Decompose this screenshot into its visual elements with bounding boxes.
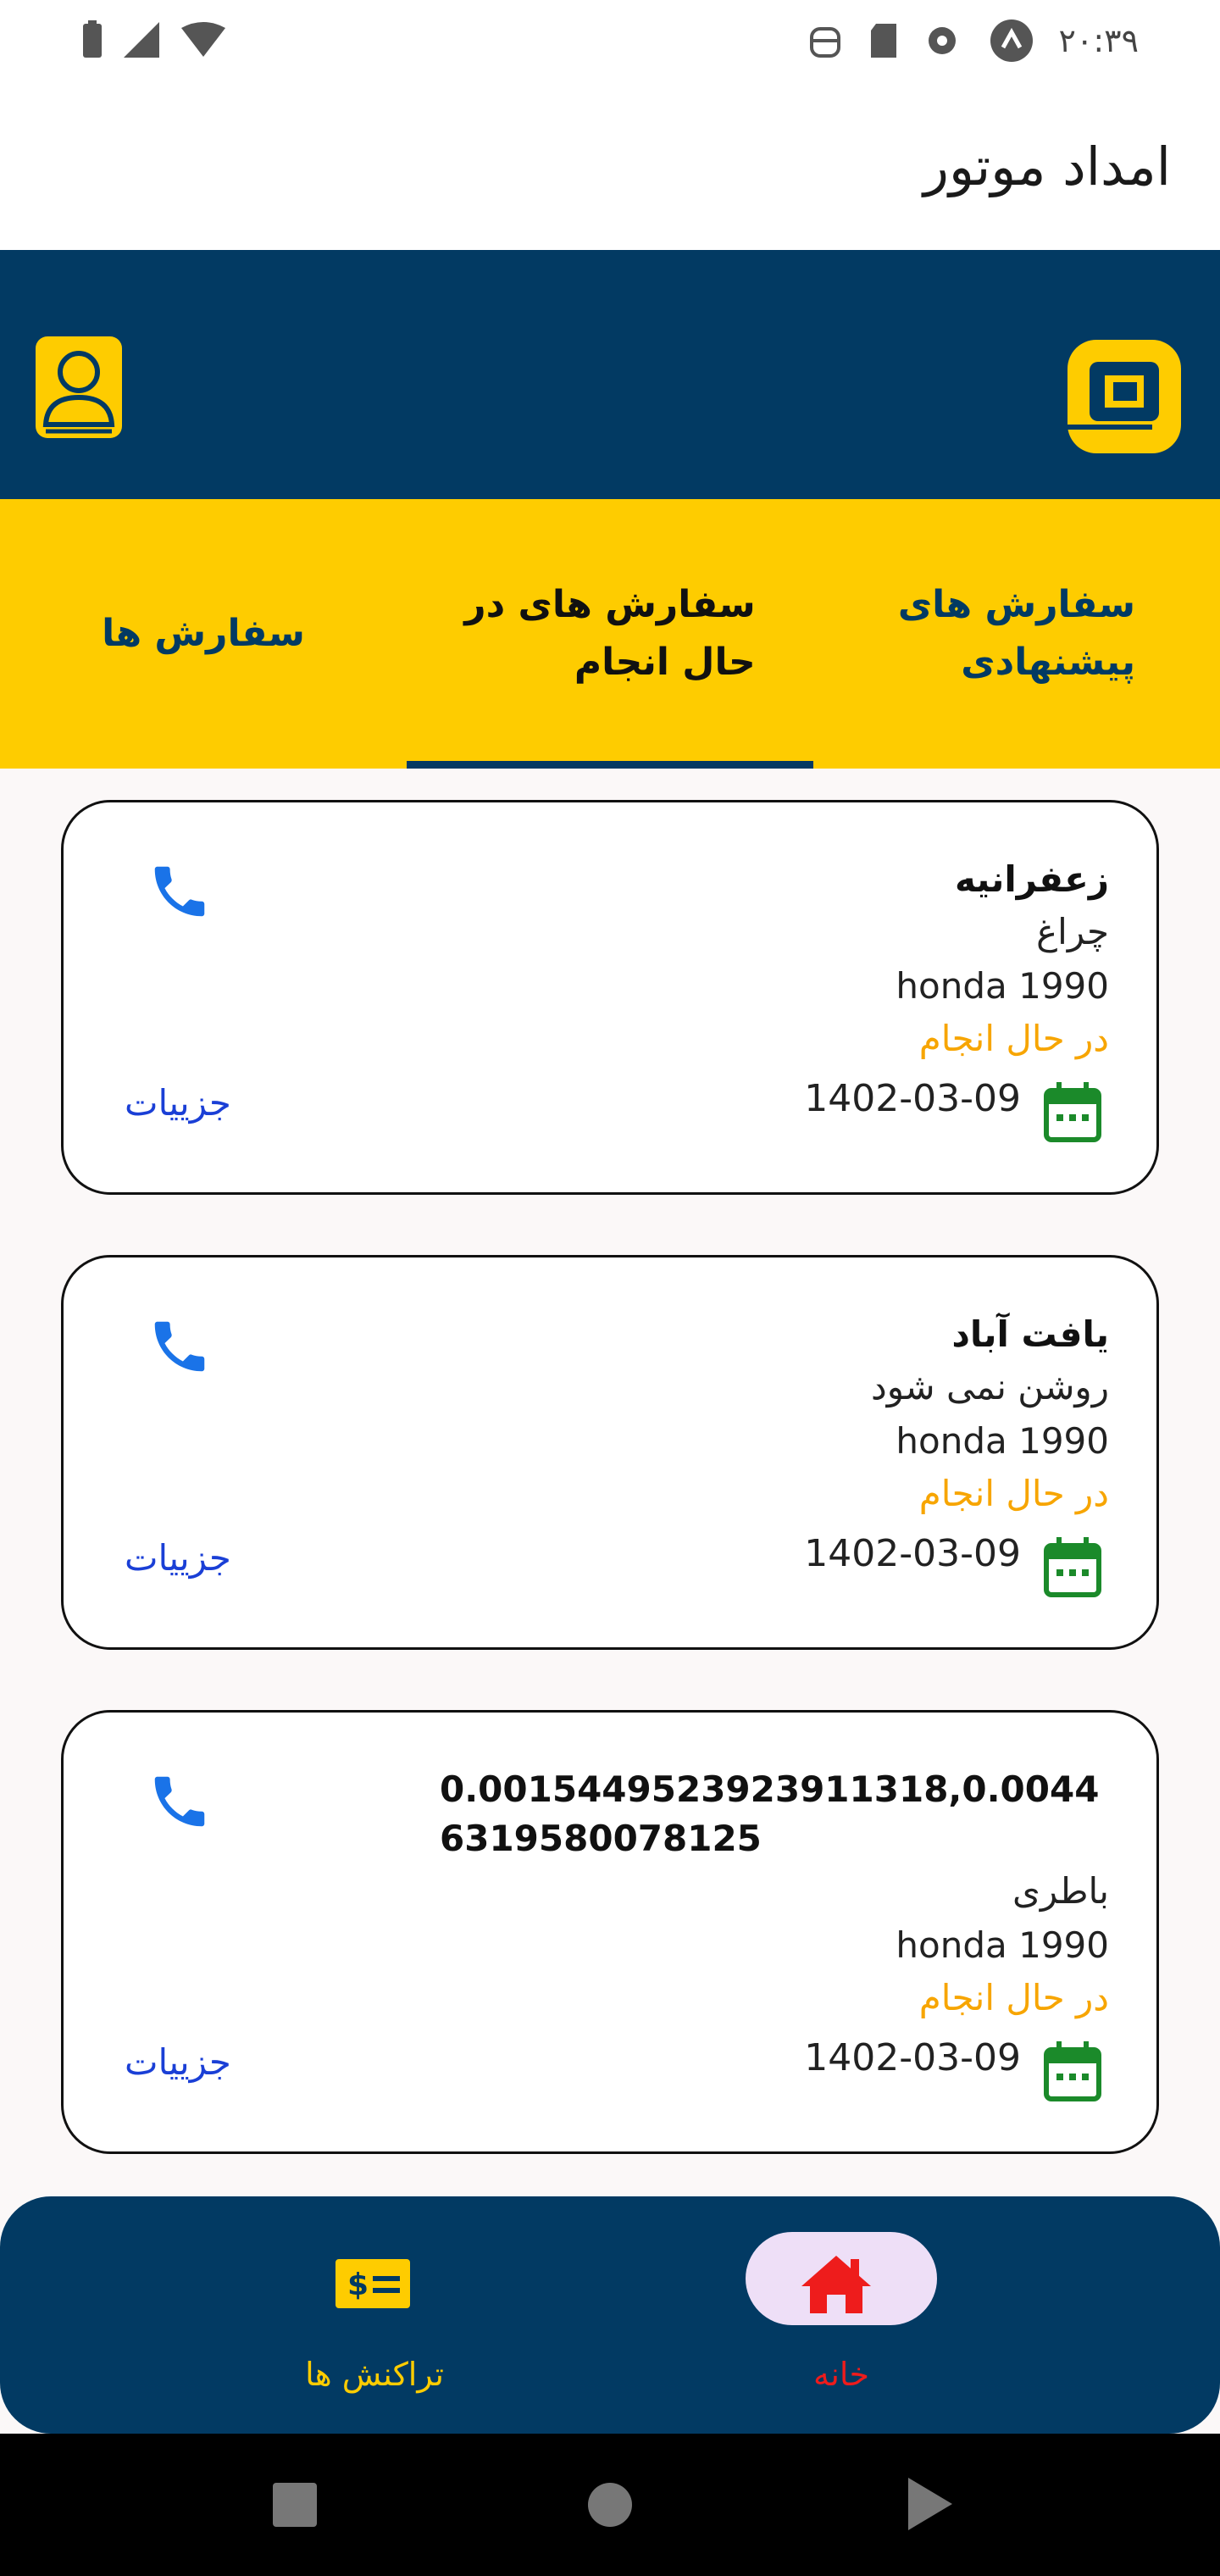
order-vehicle-model: honda 1990 [896, 965, 1109, 1007]
order-status: در حال انجام [918, 1018, 1109, 1059]
order-title: 0.0015449523923911318,0.0044631958007812… [440, 1768, 1100, 1859]
status-time: ۲۰:۳۹ [1058, 22, 1139, 59]
sync-icon [928, 27, 956, 54]
notification-badge-icon [990, 19, 1033, 62]
android-icon [809, 27, 840, 58]
tab-bar: سفارش های پیشنهادی سفارش های در حال انجا… [0, 499, 1220, 769]
tab-suggested-label-line2: پیشنهادی [961, 641, 1135, 684]
order-date: 1402-03-09 [804, 2036, 1021, 2079]
calendar-icon [1044, 1537, 1101, 1597]
wifi-icon [181, 22, 225, 57]
back-icon[interactable] [907, 2476, 954, 2532]
brand-logo-icon [1068, 340, 1181, 453]
order-vehicle-model: honda 1990 [896, 1420, 1109, 1462]
order-vehicle-model: honda 1990 [896, 1924, 1109, 1966]
profile-icon[interactable] [34, 335, 124, 443]
tab-orders[interactable]: سفارش ها [68, 499, 339, 769]
tab-suggested-orders[interactable]: سفارش های پیشنهادی [881, 499, 1135, 769]
order-problem: چراغ [1036, 911, 1109, 952]
money-card-icon[interactable]: $ [336, 2259, 410, 2308]
order-status: در حال انجام [918, 1977, 1109, 2018]
calendar-icon [1044, 2041, 1101, 2101]
nav-transactions-label[interactable]: تراکنش ها [280, 2356, 469, 2393]
details-link[interactable]: جزییات [125, 2041, 231, 2083]
tab-orders-label: سفارش ها [102, 612, 305, 655]
tab-indicator [407, 761, 813, 769]
signal-icon [124, 22, 159, 58]
order-title: یافت آباد [951, 1313, 1109, 1355]
app-bar: امداد موتور [0, 85, 1220, 250]
bottom-navigation: خانه $ تراکنش ها [0, 2196, 1220, 2434]
status-bar: ۲۰:۳۹ [0, 0, 1220, 85]
status-left-icons [81, 20, 227, 59]
order-title: زعفرانیه [954, 858, 1109, 900]
order-date: 1402-03-09 [804, 1532, 1021, 1575]
recents-icon[interactable] [271, 2481, 319, 2529]
page-title: امداد موتور [923, 136, 1171, 197]
order-card[interactable]: یافت آباد روشن نمی شود honda 1990 در حال… [61, 1255, 1159, 1650]
tab-suggested-label-line1: سفارش های [897, 583, 1135, 626]
tab-in-progress-orders[interactable]: سفارش های در حال انجام [408, 499, 812, 769]
home-circle-icon[interactable] [586, 2481, 634, 2529]
phone-icon[interactable] [147, 1313, 213, 1380]
calendar-icon [1044, 1082, 1101, 1142]
order-card[interactable]: 0.0015449523923911318,0.0044631958007812… [61, 1710, 1159, 2154]
tab-in-progress-label-line2: حال انجام [574, 641, 756, 684]
sd-card-icon [870, 24, 896, 58]
home-icon[interactable] [800, 2254, 873, 2315]
header-band [0, 250, 1220, 499]
order-date: 1402-03-09 [804, 1077, 1021, 1120]
phone-icon[interactable] [147, 1768, 213, 1835]
svg-text:$: $ [347, 2268, 369, 2302]
details-link[interactable]: جزییات [125, 1082, 231, 1124]
nav-home-label[interactable]: خانه [746, 2356, 937, 2393]
order-status: در حال انجام [918, 1473, 1109, 1514]
system-navigation-bar [0, 2434, 1220, 2576]
order-card[interactable]: زعفرانیه چراغ honda 1990 در حال انجام 14… [61, 800, 1159, 1195]
tab-in-progress-label-line1: سفارش های در [464, 583, 756, 626]
order-problem: باطری [1012, 1870, 1109, 1912]
battery-icon [83, 20, 102, 58]
status-right-icons: ۲۰:۳۹ [808, 19, 1139, 63]
details-link[interactable]: جزییات [125, 1537, 231, 1579]
phone-icon[interactable] [147, 858, 213, 924]
order-problem: روشن نمی شود [871, 1366, 1109, 1407]
